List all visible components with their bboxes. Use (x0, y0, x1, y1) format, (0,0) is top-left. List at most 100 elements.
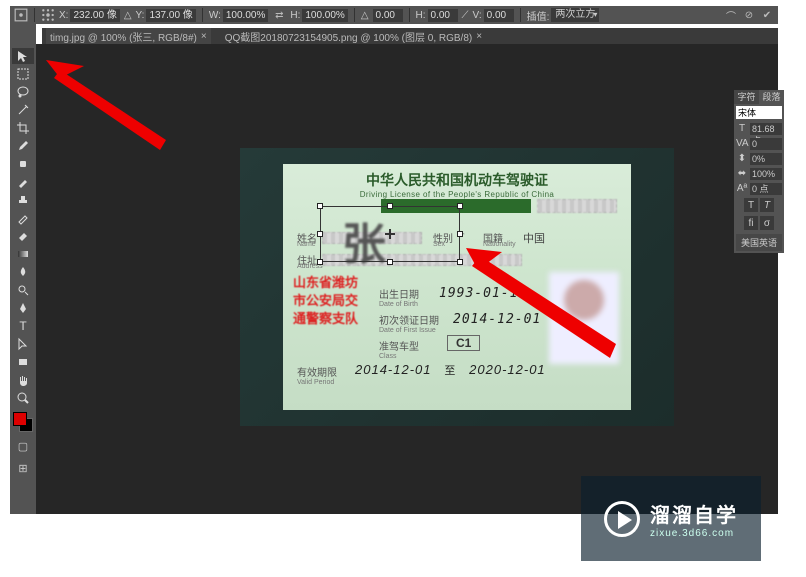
pen-tool[interactable] (12, 300, 34, 316)
document-tab-bar: timg.jpg @ 100% (张三, RGB/8#) × QQ截图20180… (42, 28, 778, 44)
transform-handle-b[interactable] (387, 259, 393, 265)
tab-qq[interactable]: QQ截图20180723154905.png @ 100% (图层 0, RGB… (221, 28, 486, 44)
baseline-value[interactable]: 0 点 (750, 183, 782, 195)
class-label: 准驾车型 (379, 342, 419, 353)
type-tool[interactable]: T (12, 318, 34, 334)
w-label: W: (209, 10, 221, 21)
crop-tool[interactable] (12, 120, 34, 136)
canvas-area[interactable]: 中华人民共和国机动车驾驶证 Driving License of the Peo… (36, 44, 778, 514)
issuing-authority-stamp: 山东省潍坊 市公安局交 通警察支队 (293, 274, 367, 354)
options-bar: X:232.00 像 △ Y:137.00 像 W:100.00% ⇄ H:10… (10, 6, 778, 24)
name-label-en: Name (297, 241, 316, 248)
faux-bold-button[interactable]: T (744, 198, 758, 212)
transform-handle-bl[interactable] (317, 259, 323, 265)
tab-timg[interactable]: timg.jpg @ 100% (张三, RGB/8#) × (46, 28, 211, 44)
hscale-value[interactable]: 100% (750, 168, 782, 180)
transform-handle-l[interactable] (317, 231, 323, 237)
font-size-value[interactable]: 81.68 点 (750, 123, 782, 135)
faux-italic-button[interactable]: T (760, 198, 774, 212)
hskew-label: H: (416, 10, 426, 21)
y-value[interactable]: 137.00 像 (146, 9, 195, 22)
valid-sep: 至 (444, 365, 456, 377)
rectangular-marquee-tool[interactable] (12, 66, 34, 82)
close-icon[interactable]: × (201, 31, 207, 42)
tab-character[interactable]: 字符 (734, 90, 759, 104)
watermark-text-2: zixue.3d66.com (650, 528, 738, 539)
blur-tool[interactable] (12, 264, 34, 280)
font-family-select[interactable]: 宋体 (736, 106, 782, 119)
vskew-label: V: (473, 10, 482, 21)
tab-label: timg.jpg @ 100% (张三, RGB/8#) (50, 29, 197, 44)
rectangle-tool[interactable] (12, 354, 34, 370)
x-label: X: (59, 10, 68, 21)
free-transform-box[interactable] (320, 206, 460, 262)
nationality-value: 中国 (523, 230, 545, 246)
nation-label-en: Nationality (483, 241, 516, 248)
path-selection-tool[interactable] (12, 336, 34, 352)
quick-mask-icon[interactable]: ▢ (12, 438, 34, 454)
lasso-tool[interactable] (12, 84, 34, 100)
dob-label: 出生日期 (379, 290, 419, 301)
transform-handle-t[interactable] (387, 203, 393, 209)
valid-to: 2020-12-01 (469, 362, 546, 377)
vscale-value[interactable]: 0% (750, 153, 782, 165)
zoom-tool[interactable] (12, 390, 34, 406)
hand-tool[interactable] (12, 372, 34, 388)
style-button-2[interactable]: σ (760, 216, 774, 230)
vskew-value[interactable]: 0.00 (484, 9, 514, 22)
interp-select[interactable]: 两次立方 (551, 8, 599, 22)
foreground-color-swatch[interactable] (13, 412, 27, 426)
tracking-value[interactable]: 0 (750, 138, 782, 150)
healing-brush-tool[interactable] (12, 156, 34, 172)
commit-icon[interactable]: ✔ (760, 8, 774, 22)
brush-tool[interactable] (12, 174, 34, 190)
language-select[interactable]: 美国英语 (736, 234, 782, 251)
transform-handle-r[interactable] (457, 231, 463, 237)
triangle-1: △ (124, 10, 132, 21)
transform-center-icon[interactable] (385, 229, 395, 239)
link-icon[interactable]: ⇄ (272, 8, 286, 22)
eyedropper-tool[interactable] (12, 138, 34, 154)
redacted-id (537, 199, 617, 213)
license-title-en: Driving License of the People's Republic… (283, 190, 631, 199)
screen-mode-icon[interactable]: ⊞ (12, 460, 34, 476)
color-swatches[interactable] (13, 412, 33, 432)
vscale-icon: ⬍ (736, 153, 748, 164)
stamp-tool[interactable] (12, 192, 34, 208)
move-tool[interactable] (12, 48, 34, 64)
skew-icon: ⟋ (462, 10, 469, 21)
tab-label: QQ截图20180723154905.png @ 100% (图层 0, RGB… (225, 29, 473, 44)
h-label: H: (290, 10, 300, 21)
watermark-text-1: 溜溜自学 (650, 499, 738, 528)
transform-origin-icon[interactable] (14, 8, 28, 22)
style-button-1[interactable]: fi (744, 216, 758, 230)
transform-handle-tl[interactable] (317, 203, 323, 209)
magic-wand-tool[interactable] (12, 102, 34, 118)
valid-from: 2014-12-01 (355, 362, 432, 377)
transform-handle-br[interactable] (457, 259, 463, 265)
watermark-logo-icon (604, 501, 640, 537)
issue-label-en: Date of First Issue (379, 327, 439, 334)
warp-icon[interactable]: ⌒ (724, 8, 738, 22)
valid-label-en: Valid Period (297, 379, 337, 386)
close-icon[interactable]: × (476, 31, 482, 42)
gradient-tool[interactable] (12, 246, 34, 262)
angle-icon: △ (361, 10, 369, 21)
x-value[interactable]: 232.00 像 (70, 9, 119, 22)
character-panel: 字符 段落 宋体 T81.68 点 VA0 ⬍0% ⬌100% Aª0 点 T … (734, 90, 784, 253)
valid-label: 有效期限 (297, 368, 337, 379)
eraser-tool[interactable] (12, 228, 34, 244)
annotation-arrow-1 (46, 60, 166, 150)
transform-handle-tr[interactable] (457, 203, 463, 209)
h-value[interactable]: 100.00% (302, 9, 347, 22)
angle-value[interactable]: 0.00 (373, 9, 403, 22)
tab-paragraph[interactable]: 段落 (759, 90, 784, 104)
dob-label-en: Date of Birth (379, 301, 419, 308)
interp-label: 插值: (527, 8, 550, 23)
history-brush-tool[interactable] (12, 210, 34, 226)
w-value[interactable]: 100.00% (223, 9, 268, 22)
dodge-tool[interactable] (12, 282, 34, 298)
cancel-icon[interactable]: ⊘ (742, 8, 756, 22)
reference-point-icon[interactable] (41, 8, 55, 22)
hskew-value[interactable]: 0.00 (428, 9, 458, 22)
